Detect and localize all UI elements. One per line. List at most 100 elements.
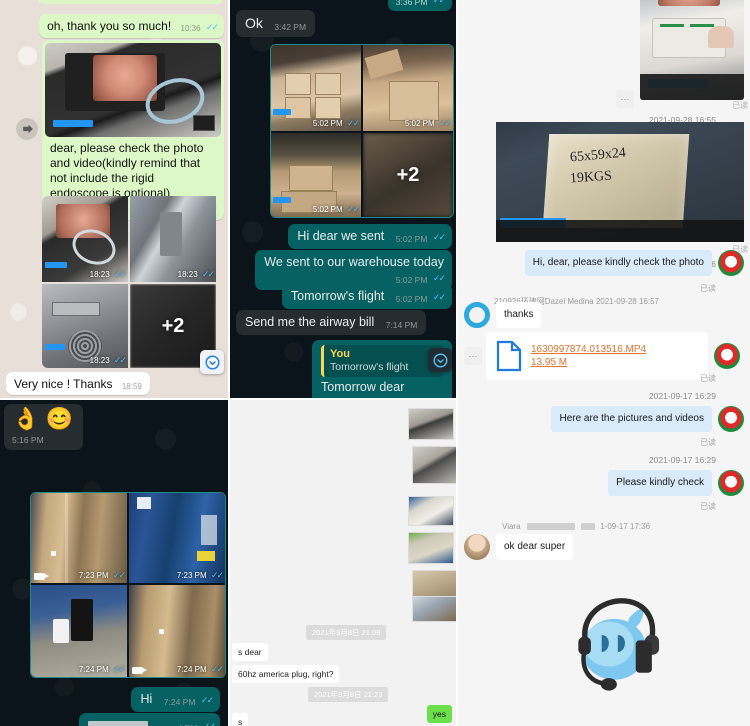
message-bubble-plug-question[interactable]: 60hz america plug, right? [232, 664, 340, 683]
attached-photo-endoscope[interactable] [45, 43, 221, 137]
read-receipt-icon: ✓✓ [205, 22, 219, 32]
message-bubble-s-dear[interactable]: s dear [232, 642, 268, 661]
panel-divider-vertical-1 [228, 0, 230, 726]
message-bubble-hi-dear-we-sent[interactable]: Hi dear we sent 5:02 PM ✓✓ [288, 224, 452, 249]
image-thumbnail-3[interactable] [408, 496, 454, 526]
message-bubble-tomorrows-flight[interactable]: Tomorrow's flight 5:02 PM ✓✓ [281, 284, 452, 309]
album-photo-crates-3[interactable]: 5:02 PM ✓✓ [271, 133, 361, 217]
message-text: Very nice ! Thanks [14, 377, 113, 391]
album-photo-crates-2[interactable]: 5:02 PM ✓✓ [363, 45, 453, 131]
screenshot-root: oh, thank you so much! 10:36 ✓✓ dear, pl [0, 0, 750, 726]
photo-time: 18:23 ✓✓ [89, 355, 127, 365]
chat-timestamp-1: 2021年9月8日 21:09 [306, 622, 387, 640]
read-status-label: 已读 [700, 502, 716, 511]
message-bubble-s[interactable]: s [232, 712, 249, 726]
message-time: 3:36 PM [395, 0, 428, 7]
avatar-self [714, 343, 740, 369]
quoted-author: You [330, 348, 350, 360]
message-bubble-photo-caption[interactable]: dear, please check the photo and video(k… [42, 40, 224, 220]
scroll-to-bottom-button[interactable] [428, 348, 452, 372]
chat-timestamp-2: 2021年9月8日 21:23 [308, 684, 389, 702]
video-time: 7:24 PM ✓✓ [176, 664, 224, 674]
photo-time: 5:02 PM ✓✓ [312, 118, 360, 128]
message-time: 10:36 [180, 24, 201, 33]
video-time: 7:24 PM ✓✓ [78, 664, 126, 674]
message-bubble-check-photo[interactable]: Hi, dear, please kindly check the photo [458, 250, 750, 276]
album-photo-2[interactable]: 18:23 ✓✓ [130, 196, 216, 282]
quoted-message[interactable]: You Tomorrow's flight [321, 345, 444, 377]
redacted-text [581, 523, 595, 531]
read-receipt-icon: ✓✓ [200, 695, 214, 705]
message-text: Please kindly check [608, 470, 712, 496]
avatar-self [718, 250, 744, 276]
message-bubble-thank-you[interactable]: oh, thank you so much! 10:36 ✓✓ [39, 14, 224, 38]
message-bubble-ok[interactable]: Ok 3:42 PM [236, 10, 316, 37]
message-text: yes [426, 705, 452, 723]
avatar-self [718, 406, 744, 432]
file-name[interactable]: 1630997874.013516.MP4 [531, 344, 646, 355]
album-photo-crates-1[interactable]: 5:02 PM ✓✓ [271, 45, 361, 131]
quoted-text: Tomorrow's flight [330, 361, 409, 374]
message-text: We sent to our warehouse today [264, 255, 444, 269]
message-text: s [232, 713, 249, 726]
read-status-label: 已读 [700, 284, 716, 293]
message-time: 5:02 PM [395, 293, 428, 304]
partial-message-bubble-top[interactable]: 3:36 PM ✓✓ [387, 0, 452, 11]
message-text: Tomorrow dear [321, 379, 405, 394]
video-time: 7:23 PM ✓✓ [78, 570, 126, 580]
image-thumbnail-2[interactable] [412, 446, 458, 484]
image-thumbnail-4[interactable] [408, 532, 454, 564]
whatsapp-dark-chat-panel-middle: 3:36 PM ✓✓ Ok 3:42 PM 5:02 PM ✓✓ 5:02 PM… [230, 0, 458, 400]
photo-time: 5:02 PM ✓✓ [404, 118, 452, 128]
message-text: thanks [496, 302, 542, 328]
message-bubble-emoji[interactable]: 👌 😊 5:16 PM [4, 404, 83, 450]
message-time: 3:42 PM [274, 21, 307, 32]
forward-message-icon[interactable] [16, 118, 38, 140]
image-thumbnail-6[interactable] [412, 596, 458, 622]
panel-divider-horizontal [0, 398, 458, 400]
album-video-3[interactable]: 7:24 PM ✓✓ [31, 585, 127, 677]
album-video-2[interactable]: 7:23 PM ✓✓ [129, 493, 225, 583]
message-bubble-kindly-check[interactable]: Please kindly check [458, 470, 750, 496]
read-status-label: 已读 [700, 438, 716, 447]
message-photo-carton[interactable]: 65x59x24 19KGS [496, 122, 744, 242]
message-album-crates[interactable]: 5:02 PM ✓✓ 5:02 PM ✓✓ 5:02 PM ✓✓ +2 [270, 44, 454, 218]
album-photo-1[interactable]: 18:23 ✓✓ [42, 196, 128, 282]
chat-timestamp-4: 2021-09-17 16:29 [648, 455, 716, 465]
message-text: Here are the pictures and videos [551, 406, 712, 432]
message-bubble-airway-bill[interactable]: Send me the airway bill 7:14 PM [236, 310, 427, 335]
album-photo-crates-4-overflow[interactable]: +2 [363, 133, 453, 217]
message-bubble-hi[interactable]: Hi 7:24 PM ✓✓ [131, 687, 220, 712]
taobao-chat-panel: 2021年9月8日 21:09 s dear 60hz america plug… [230, 400, 458, 726]
message-photo-device[interactable] [640, 0, 744, 100]
message-album-4-photos[interactable]: 18:23 ✓✓ 18:23 ✓✓ 18:23 ✓✓ +2 [42, 196, 224, 368]
panel-divider-vertical-2 [456, 0, 458, 726]
message-bubble-yes[interactable]: yes [426, 704, 452, 723]
photo-time: 5:02 PM ✓✓ [312, 204, 360, 214]
more-options-button[interactable]: ··· [464, 347, 482, 365]
album-video-1[interactable]: 7:23 PM ✓✓ [31, 493, 127, 583]
album-overflow-count: +2 [396, 163, 420, 186]
album-photo-3[interactable]: 18:23 ✓✓ [42, 284, 128, 368]
message-bubble-very-nice[interactable]: Very nice ! Thanks 18:59 [6, 372, 150, 395]
whatsapp-dark-chat-panel-left: 👌 😊 5:16 PM 7:23 PM ✓✓ 7:23 PM ✓✓ 7:24 P… [0, 400, 230, 726]
message-text: Hi, dear, please kindly check the photo [524, 250, 712, 276]
album-video-4[interactable]: 7:24 PM ✓✓ [129, 585, 225, 677]
emoji-content: 👌 😊 [12, 406, 73, 431]
message-bubble-redacted[interactable]: 4 PM ✓✓ [79, 713, 220, 726]
message-album-container-videos[interactable]: 7:23 PM ✓✓ 7:23 PM ✓✓ 7:24 PM ✓✓ 7:24 PM… [30, 492, 226, 678]
more-options-button[interactable]: ··· [616, 90, 634, 108]
avatar-viara [464, 534, 490, 560]
message-bubble-pictures-videos[interactable]: Here are the pictures and videos [458, 406, 750, 432]
file-size[interactable]: 13.95 M [531, 357, 646, 368]
wechat-chat-panel: ··· 已读 2021-09-28 16:55 65x59x24 19KGS 已… [458, 0, 750, 726]
image-thumbnail-1[interactable] [408, 408, 454, 440]
message-bubble-ok-dear-super[interactable]: ok dear super [458, 534, 750, 560]
message-text: Tomorrow's flight [290, 289, 385, 303]
scroll-to-bottom-button[interactable] [200, 350, 224, 374]
sender-name-line-viara: Viara 1-09-17 17:36 [502, 522, 651, 531]
message-bubble-thanks[interactable]: thanks [458, 302, 750, 328]
read-receipt-icon: ✓✓ [432, 232, 446, 242]
read-status-label: 已读 [732, 101, 748, 110]
message-text: 60hz america plug, right? [232, 665, 340, 683]
